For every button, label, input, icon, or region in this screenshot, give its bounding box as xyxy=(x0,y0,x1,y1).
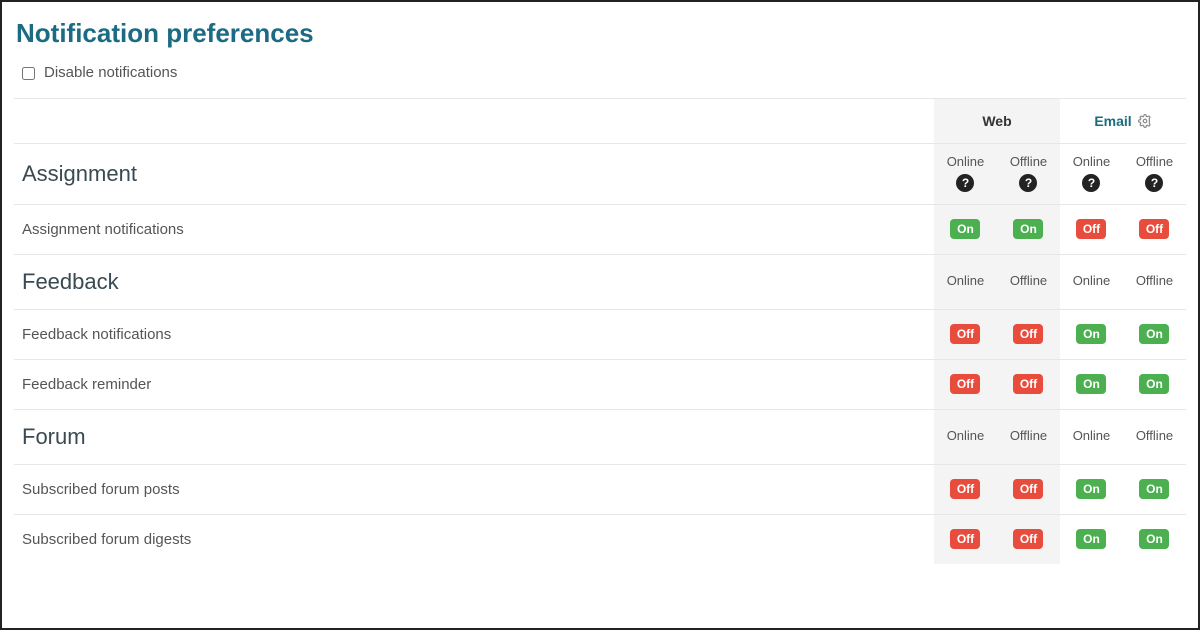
toggle-cell-email-offline: On xyxy=(1123,464,1186,514)
toggle-cell-web-offline: Off xyxy=(997,464,1060,514)
toggle-web-online[interactable]: On xyxy=(950,219,980,239)
toggle-web-offline[interactable]: Off xyxy=(1013,324,1043,344)
row-label: Feedback notifications xyxy=(14,309,934,359)
header-web-label: Web xyxy=(934,99,1060,143)
toggle-cell-email-online: On xyxy=(1060,514,1123,564)
section-heading: Feedback xyxy=(14,254,934,309)
toggle-cell-web-online: Off xyxy=(934,309,997,359)
toggle-cell-web-offline: Off xyxy=(997,309,1060,359)
column-head: Online xyxy=(1060,254,1123,309)
toggle-email-offline[interactable]: On xyxy=(1139,374,1169,394)
toggle-email-online[interactable]: On xyxy=(1076,529,1106,549)
toggle-cell-web-online: Off xyxy=(934,464,997,514)
column-head: Online xyxy=(934,409,997,464)
toggle-cell-email-offline: On xyxy=(1123,514,1186,564)
toggle-web-online[interactable]: Off xyxy=(950,479,980,499)
toggle-cell-email-offline: On xyxy=(1123,359,1186,409)
toggle-cell-email-online: On xyxy=(1060,309,1123,359)
toggle-email-offline[interactable]: On xyxy=(1139,479,1169,499)
toggle-email-offline[interactable]: On xyxy=(1139,529,1169,549)
table-row: Feedback notifications Off Off On On xyxy=(14,309,1186,359)
toggle-cell-email-online: Off xyxy=(1060,204,1123,254)
toggle-cell-web-offline: Off xyxy=(997,359,1060,409)
toggle-email-online[interactable]: Off xyxy=(1076,219,1106,239)
row-label: Assignment notifications xyxy=(14,204,934,254)
toggle-cell-web-offline: On xyxy=(997,204,1060,254)
column-head: Offline xyxy=(997,254,1060,309)
toggle-email-online[interactable]: On xyxy=(1076,374,1106,394)
table-row: Subscribed forum posts Off Off On On xyxy=(14,464,1186,514)
toggle-web-offline[interactable]: On xyxy=(1013,219,1043,239)
header-email-label: Email xyxy=(1094,113,1131,129)
column-head: Offline xyxy=(1123,409,1186,464)
toggle-email-offline[interactable]: On xyxy=(1139,324,1169,344)
help-icon[interactable]: ? xyxy=(1145,174,1163,192)
help-icon[interactable]: ? xyxy=(1082,174,1100,192)
table-row: Feedback reminder Off Off On On xyxy=(14,359,1186,409)
column-head: Offline? xyxy=(1123,144,1186,205)
toggle-web-offline[interactable]: Off xyxy=(1013,529,1043,549)
gear-icon[interactable] xyxy=(1138,114,1152,128)
column-head: Online xyxy=(934,254,997,309)
header-group-email: Email xyxy=(1060,99,1186,144)
toggle-cell-web-online: Off xyxy=(934,359,997,409)
row-label: Feedback reminder xyxy=(14,359,934,409)
column-head: Offline? xyxy=(997,144,1060,205)
toggle-web-online[interactable]: Off xyxy=(950,529,980,549)
header-blank xyxy=(14,99,934,144)
column-head: Online xyxy=(1060,409,1123,464)
toggle-email-online[interactable]: On xyxy=(1076,324,1106,344)
header-group-web: Web xyxy=(934,99,1060,144)
column-head: Online? xyxy=(934,144,997,205)
column-head: Online? xyxy=(1060,144,1123,205)
toggle-cell-email-offline: On xyxy=(1123,309,1186,359)
toggle-cell-email-online: On xyxy=(1060,359,1123,409)
page-title: Notification preferences xyxy=(16,18,1186,49)
toggle-web-offline[interactable]: Off xyxy=(1013,479,1043,499)
toggle-web-online[interactable]: Off xyxy=(950,374,980,394)
section-heading: Assignment xyxy=(14,144,934,205)
row-label: Subscribed forum digests xyxy=(14,514,934,564)
toggle-email-online[interactable]: On xyxy=(1076,479,1106,499)
disable-notifications-row[interactable]: Disable notifications xyxy=(18,63,1186,82)
row-label: Subscribed forum posts xyxy=(14,464,934,514)
column-head: Offline xyxy=(997,409,1060,464)
toggle-cell-email-offline: Off xyxy=(1123,204,1186,254)
disable-notifications-checkbox[interactable] xyxy=(22,67,35,80)
column-head: Offline xyxy=(1123,254,1186,309)
help-icon[interactable]: ? xyxy=(1019,174,1037,192)
help-icon[interactable]: ? xyxy=(956,174,974,192)
toggle-email-offline[interactable]: Off xyxy=(1139,219,1169,239)
notification-table: Web Email AssignmentOnline?Offline?Onl xyxy=(14,98,1186,564)
section-heading: Forum xyxy=(14,409,934,464)
toggle-cell-email-online: On xyxy=(1060,464,1123,514)
toggle-web-offline[interactable]: Off xyxy=(1013,374,1043,394)
table-row: Assignment notifications On On Off Off xyxy=(14,204,1186,254)
disable-notifications-label: Disable notifications xyxy=(44,64,177,81)
toggle-cell-web-online: On xyxy=(934,204,997,254)
table-row: Subscribed forum digests Off Off On On xyxy=(14,514,1186,564)
toggle-cell-web-online: Off xyxy=(934,514,997,564)
toggle-cell-web-offline: Off xyxy=(997,514,1060,564)
toggle-web-online[interactable]: Off xyxy=(950,324,980,344)
